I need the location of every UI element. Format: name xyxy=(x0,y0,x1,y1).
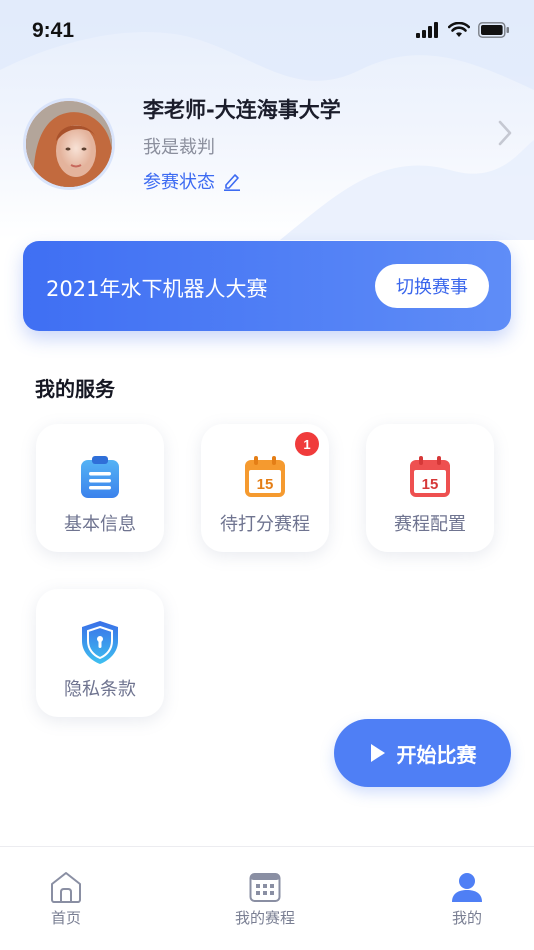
play-icon xyxy=(370,744,385,762)
service-pending-scoring[interactable]: 15 1 待打分赛程 xyxy=(201,424,329,552)
bottom-tab-bar: 首页 我的赛程 我的 xyxy=(0,846,534,950)
profile-name: 李老师-大连海事大学 xyxy=(143,98,341,122)
status-bar: 9:41 xyxy=(0,0,534,64)
shield-lock-icon xyxy=(82,621,118,664)
edit-pencil-icon xyxy=(224,174,240,191)
switch-event-button[interactable]: 切换赛事 xyxy=(375,264,489,308)
tab-mine[interactable]: 我的 xyxy=(397,847,534,950)
service-label: 隐私条款 xyxy=(64,679,136,700)
tab-label: 首页 xyxy=(50,909,81,927)
status-icons xyxy=(416,22,510,38)
service-label: 待打分赛程 xyxy=(220,514,310,535)
user-icon xyxy=(452,873,482,902)
start-match-label: 开始比赛 xyxy=(396,742,477,767)
battery-icon xyxy=(478,22,509,38)
home-icon xyxy=(51,872,81,903)
calendar-grid-icon xyxy=(249,873,281,902)
profile-card[interactable]: 李老师-大连海事大学 我是裁判 参赛状态 xyxy=(0,90,534,200)
service-label: 基本信息 xyxy=(64,514,136,535)
tab-label: 我的赛程 xyxy=(234,909,295,927)
status-time: 9:41 xyxy=(32,19,75,42)
tab-home[interactable]: 首页 xyxy=(0,847,136,950)
calendar-orange-icon: 15 xyxy=(245,456,285,497)
event-title: 2021年水下机器人大赛 xyxy=(46,277,268,301)
wifi-icon xyxy=(448,22,470,37)
profile-role: 我是裁判 xyxy=(143,137,215,158)
service-basic-info[interactable]: 基本信息 xyxy=(36,424,164,552)
notification-badge: 1 xyxy=(295,432,319,456)
cellular-signal-icon xyxy=(416,22,438,38)
services-section-title: 我的服务 xyxy=(35,377,115,401)
avatar[interactable] xyxy=(23,98,115,190)
calendar-date-text: 15 xyxy=(257,476,274,493)
participation-status-link[interactable]: 参赛状态 xyxy=(143,168,241,194)
service-label: 赛程配置 xyxy=(394,514,466,535)
tab-label: 我的 xyxy=(451,909,482,927)
clipboard-icon xyxy=(81,456,119,498)
tab-my-schedule[interactable]: 我的赛程 xyxy=(195,847,335,950)
calendar-red-icon: 15 xyxy=(410,456,450,497)
calendar-date-text: 15 xyxy=(422,476,439,493)
service-privacy-terms[interactable]: 隐私条款 xyxy=(36,589,164,717)
chevron-right-icon[interactable] xyxy=(498,120,512,146)
event-banner: 2021年水下机器人大赛 切换赛事 xyxy=(23,241,511,331)
service-schedule-config[interactable]: 15 赛程配置 xyxy=(366,424,494,552)
participation-status-label: 参赛状态 xyxy=(143,172,215,193)
start-match-button[interactable]: 开始比赛 xyxy=(334,719,511,787)
